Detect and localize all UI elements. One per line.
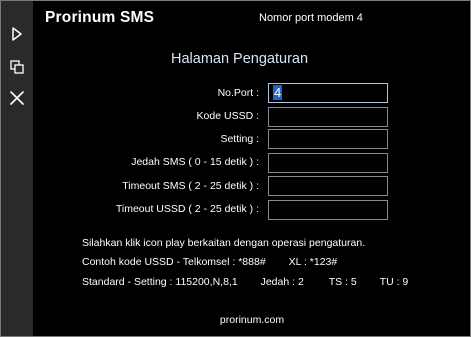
port-hint: Nomor port modem 4: [259, 12, 363, 24]
sms-delay-field[interactable]: [268, 153, 388, 173]
close-icon: [10, 91, 24, 105]
info-standard: Standard - Setting : 115200,N,8,1 Jedah …: [82, 276, 408, 288]
page-title: Halaman Pengaturan: [171, 51, 309, 67]
port-value: 4: [273, 85, 283, 100]
play-button[interactable]: [5, 22, 29, 46]
ussd-code-label: Kode USSD :: [196, 110, 259, 122]
ussd-timeout-label: Timeout USSD ( 2 - 25 detik ) :: [115, 203, 259, 215]
port-label: No.Port :: [217, 87, 259, 99]
footer-link[interactable]: prorinum.com: [0, 314, 471, 326]
ussd-code-field[interactable]: [268, 107, 388, 127]
copy-button[interactable]: [5, 55, 29, 79]
sms-timeout-label: Timeout SMS ( 2 - 25 detik ) :: [122, 180, 259, 192]
setting-label: Setting :: [220, 133, 259, 145]
ussd-timeout-field[interactable]: [268, 200, 388, 220]
setting-field[interactable]: [268, 129, 388, 149]
port-field[interactable]: 4: [268, 83, 388, 103]
info-ussd-telkomsel: Contoh kode USSD - Telkomsel : *888#: [82, 256, 266, 268]
info-standard-delay: Jedah : 2: [260, 276, 304, 288]
info-ussd-xl: XL : *123#: [288, 256, 338, 268]
info-standard-tu: TU : 9: [379, 276, 409, 288]
sms-timeout-field[interactable]: [268, 176, 388, 196]
close-button[interactable]: [5, 86, 29, 110]
sms-delay-label: Jedah SMS ( 0 - 15 detik ) :: [131, 156, 259, 168]
sidebar: [1, 1, 33, 336]
info-instructions: Silahkan klik icon play berkaitan dengan…: [82, 237, 366, 249]
info-standard-setting: Standard - Setting : 115200,N,8,1: [82, 276, 238, 288]
info-ussd-example: Contoh kode USSD - Telkomsel : *888# XL …: [82, 256, 337, 268]
play-icon: [12, 27, 22, 41]
app-title: Prorinum SMS: [45, 9, 155, 26]
copy-icon: [10, 60, 24, 74]
info-standard-ts: TS : 5: [328, 276, 357, 288]
